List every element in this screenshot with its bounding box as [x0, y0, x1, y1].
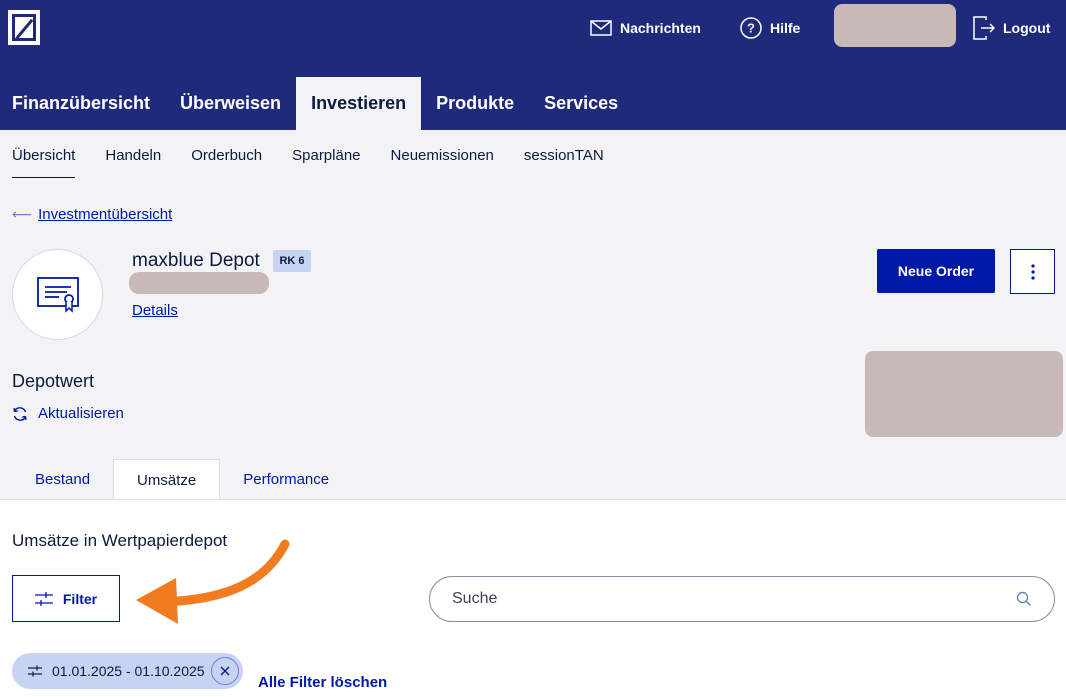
- logout-link[interactable]: Logout: [973, 16, 1050, 40]
- depot-tabs: Bestand Umsätze Performance: [12, 459, 352, 500]
- depot-certificate-icon: [12, 249, 103, 340]
- tab-performance[interactable]: Performance: [220, 459, 352, 500]
- tab-bestand[interactable]: Bestand: [12, 459, 113, 500]
- depot-value-redacted: [865, 351, 1063, 437]
- active-filter-chip: 01.01.2025 - 01.10.2025: [12, 653, 243, 689]
- main-nav-investieren[interactable]: Investieren: [296, 77, 422, 130]
- refresh-icon: [13, 406, 27, 421]
- sub-nav-sessiontan[interactable]: sessionTAN: [524, 130, 604, 180]
- clear-all-filters-link[interactable]: Alle Filter löschen: [258, 674, 387, 691]
- back-link-label: Investmentübersicht: [38, 206, 173, 223]
- envelope-icon: [590, 20, 612, 36]
- help-link[interactable]: ? Hilfe: [740, 16, 800, 40]
- sub-nav-orderbuch[interactable]: Orderbuch: [191, 130, 262, 180]
- question-circle-icon: ?: [740, 17, 762, 39]
- main-nav-produkte[interactable]: Produkte: [421, 77, 529, 130]
- tab-umsaetze[interactable]: Umsätze: [113, 459, 221, 500]
- sub-navigation: Übersicht Handeln Orderbuch Sparpläne Ne…: [12, 130, 634, 180]
- close-icon: [220, 666, 230, 676]
- help-label: Hilfe: [770, 20, 801, 36]
- refresh-link[interactable]: Aktualisieren: [12, 405, 124, 422]
- sliders-icon: [34, 591, 53, 606]
- sub-nav-neuemissionen[interactable]: Neuemissionen: [391, 130, 494, 180]
- risk-class-badge: RK 6: [273, 250, 311, 272]
- tabs-divider: [0, 499, 1066, 500]
- messages-link[interactable]: Nachrichten: [590, 16, 701, 40]
- main-navigation: Finanzübersicht Überweisen Investieren P…: [0, 77, 633, 130]
- vertical-dots-icon: [1030, 263, 1035, 280]
- filter-label: Filter: [62, 590, 98, 607]
- logout-icon: [973, 16, 995, 40]
- remove-filter-button[interactable]: [211, 657, 239, 685]
- annotation-arrow: [136, 539, 290, 624]
- logout-label: Logout: [1003, 20, 1051, 36]
- details-link[interactable]: Details: [132, 302, 178, 319]
- messages-label: Nachrichten: [620, 20, 701, 36]
- main-nav-services[interactable]: Services: [529, 77, 633, 130]
- search-icon[interactable]: [1016, 591, 1032, 607]
- user-menu-redacted[interactable]: [834, 4, 956, 47]
- main-nav-ueberweisen[interactable]: Überweisen: [165, 77, 296, 130]
- active-filter-label: 01.01.2025 - 01.10.2025: [52, 663, 205, 679]
- search-input[interactable]: [452, 590, 1016, 608]
- sub-nav-sparplaene[interactable]: Sparpläne: [292, 130, 360, 180]
- sub-nav-uebersicht[interactable]: Übersicht: [12, 130, 76, 180]
- deutsche-bank-logo[interactable]: [8, 10, 40, 45]
- back-to-investment-overview-link[interactable]: ⟵ Investmentübersicht: [12, 206, 172, 223]
- account-number-redacted: [129, 272, 269, 294]
- search-field[interactable]: [429, 576, 1055, 622]
- new-order-button[interactable]: Neue Order: [877, 249, 995, 293]
- refresh-label: Aktualisieren: [38, 405, 124, 422]
- depot-title: maxblue Depot: [132, 250, 260, 271]
- main-nav-finanzuebersicht[interactable]: Finanzübersicht: [0, 77, 165, 130]
- depot-value-label: Depotwert: [12, 371, 95, 391]
- sub-nav-handeln[interactable]: Handeln: [105, 130, 161, 180]
- svg-text:?: ?: [747, 21, 755, 36]
- sliders-icon: [28, 665, 42, 677]
- arrow-left-icon: ⟵: [12, 206, 33, 222]
- more-options-button[interactable]: [1010, 249, 1055, 294]
- filter-button[interactable]: Filter: [12, 575, 120, 622]
